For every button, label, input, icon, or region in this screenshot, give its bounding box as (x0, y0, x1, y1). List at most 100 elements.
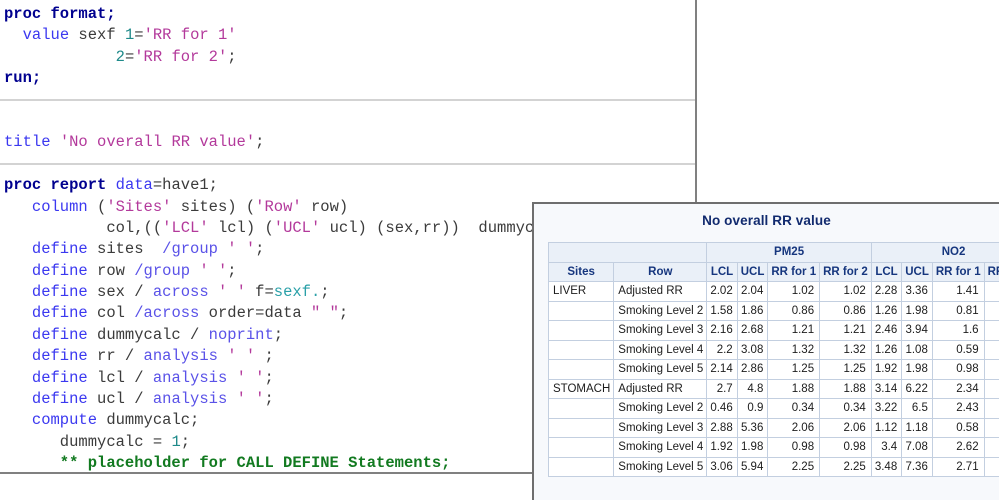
cell-value: 0.81 (983, 300, 999, 321)
code-token: dummycalc; (97, 411, 200, 430)
cell-site (547, 359, 615, 380)
code-token: ; (255, 240, 265, 259)
cell-value: 6.5 (901, 398, 933, 419)
cell-value: 2.28 (870, 281, 903, 302)
code-token: sex / (87, 283, 153, 302)
code-token: order=data (199, 304, 311, 323)
code-token: 'UCL' (273, 218, 321, 237)
cell-value: 2.25 (767, 456, 821, 477)
table-row[interactable]: Smoking Level 3 2.16 2.68 1.21 1.21 2.46 3.94 1… (547, 320, 999, 341)
code-token: proc format; (4, 5, 116, 23)
table-row[interactable]: Smoking Level 3 2.88 5.36 2.06 2.06 1.12 1.18 0… (547, 417, 999, 438)
cell-value: 1.26 (870, 339, 903, 360)
cell-row-label: Adjusted RR (613, 281, 708, 302)
cell-value: 2.02 (706, 281, 738, 302)
cell-value: 0.59 (983, 339, 999, 360)
cell-value: 1.6 (931, 320, 985, 341)
code-token: define (31, 347, 88, 366)
code-token: across (152, 283, 209, 302)
code-token: ; (255, 347, 274, 366)
code-token: lcl) ( (208, 218, 274, 237)
cell-value: 2.43 (931, 398, 985, 419)
code-token: value (22, 26, 70, 45)
group-header-pm25: PM25 (706, 242, 872, 263)
code-token: ( (87, 197, 107, 216)
code-token: /group (134, 261, 191, 280)
cell-value: 1.92 (706, 437, 738, 458)
code-token: define (31, 325, 88, 344)
code-line (0, 90, 695, 111)
sas-report-output-panel[interactable]: No overall RR value PM25 NO2 Sites Row LCL U… (532, 202, 999, 500)
code-token: col,(( (4, 218, 163, 237)
cell-value: 2.06 (767, 417, 821, 438)
cell-value: 3.08 (736, 339, 769, 360)
cell-value: 1.08 (901, 339, 933, 360)
cell-value: 2.71 (931, 456, 985, 477)
column-header: Row (613, 261, 708, 282)
cell-value: 0.34 (819, 398, 872, 419)
code-token: " " (310, 304, 339, 323)
report-table[interactable]: PM25 NO2 Sites Row LCL UCL RR for 1 RR for 2 LC… (547, 242, 999, 477)
table-row[interactable]: Smoking Level 2 0.46 0.9 0.34 0.34 3.22 6.5 2.4… (547, 398, 999, 419)
code-token: 'Sites' (106, 197, 172, 216)
group-header-spacer (547, 242, 708, 263)
code-token: ** placeholder for CALL DEFINE Statement… (4, 454, 451, 473)
code-token: = (134, 26, 144, 45)
cell-value: 1.92 (870, 359, 903, 380)
cell-value: 2.68 (736, 320, 769, 341)
cell-site (547, 398, 615, 419)
cell-value: 2.71 (983, 456, 999, 477)
code-token: ; (338, 304, 349, 323)
cell-value: 3.06 (706, 456, 738, 477)
table-column-header-row: Sites Row LCL UCL RR for 1 RR for 2 LCL UCL RR f… (547, 261, 999, 282)
cell-value: 0.81 (931, 300, 985, 321)
cell-row-label: Smoking Level 2 (613, 398, 708, 419)
column-header: RR for 2 (819, 261, 872, 282)
column-header: LCL (706, 261, 738, 282)
cell-value: 1.02 (767, 281, 821, 302)
code-line: proc report data=have1; (4, 175, 695, 196)
code-token: ' ' (236, 390, 265, 409)
code-token: ' ' (236, 368, 265, 387)
code-token: data (115, 176, 153, 195)
table-row[interactable]: Smoking Level 2 1.58 1.86 0.86 0.86 1.26 1.98 0… (547, 300, 999, 321)
cell-value: 3.94 (901, 320, 933, 341)
cell-value: 2.43 (983, 398, 999, 419)
table-body: LIVER Adjusted RR 2.02 2.04 1.02 1.02 2.28 3.36… (547, 281, 999, 477)
cell-value: 1.18 (901, 417, 933, 438)
code-token: define (31, 240, 88, 259)
code-token: ; (180, 432, 191, 451)
cell-value: 7.36 (901, 456, 933, 477)
cell-value: 2.16 (706, 320, 738, 341)
code-token: lcl / (87, 368, 153, 387)
code-token: proc report (4, 176, 107, 195)
table-row[interactable]: Smoking Level 4 1.92 1.98 0.98 0.98 3.4 7.08 2.… (547, 437, 999, 458)
code-token: sexf (69, 26, 125, 45)
cell-row-label: Smoking Level 5 (613, 456, 708, 477)
table-row[interactable]: Smoking Level 5 3.06 5.94 2.25 2.25 3.48 7.36 2… (547, 456, 999, 477)
cell-value: 1.32 (819, 339, 872, 360)
column-header: RR for 2 (983, 261, 999, 282)
cell-value: 6.22 (901, 378, 933, 399)
cell-value: 2.34 (931, 378, 985, 399)
code-line (0, 154, 695, 175)
table-row[interactable]: STOMACH Adjusted RR 2.7 4.8 1.88 1.88 3.14 6.22… (547, 378, 999, 399)
table-row[interactable]: Smoking Level 4 2.2 3.08 1.32 1.32 1.26 1.08 0.… (547, 339, 999, 360)
code-token: ; (273, 325, 284, 344)
table-row[interactable]: LIVER Adjusted RR 2.02 2.04 1.02 1.02 2.28 3.36… (547, 281, 999, 302)
cell-value: 1.25 (767, 359, 821, 380)
code-token: row) (301, 197, 349, 216)
cell-value: 2.7 (706, 378, 738, 399)
code-token: ; (264, 368, 274, 387)
cell-value: 0.34 (767, 398, 821, 419)
cell-site: STOMACH (547, 378, 615, 399)
cell-row-label: Smoking Level 2 (613, 300, 708, 321)
table-row[interactable]: Smoking Level 5 2.14 2.86 1.25 1.25 1.92 1.98 0… (547, 359, 999, 380)
cell-value: 1.21 (819, 320, 872, 341)
